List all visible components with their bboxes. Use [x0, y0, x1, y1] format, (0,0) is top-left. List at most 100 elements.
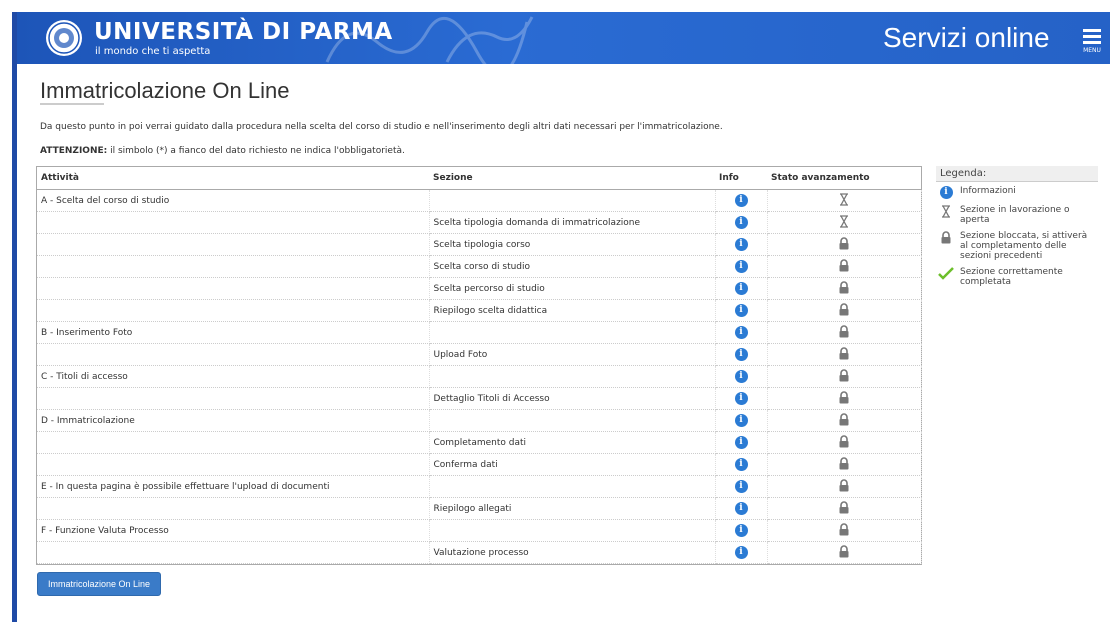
info-cell: i: [715, 497, 768, 520]
legend-item: i Informazioni: [938, 186, 1098, 199]
info-icon[interactable]: i: [734, 238, 748, 251]
table-row: Riepilogo scelta didattica i: [37, 299, 922, 322]
lock-icon: [838, 236, 850, 253]
progress-table: Attività Sezione Info Stato avanzamento …: [36, 166, 922, 565]
info-icon[interactable]: i: [734, 216, 748, 229]
lock-icon: [838, 302, 850, 319]
activity-cell: [37, 497, 430, 520]
enrollment-button[interactable]: Immatricolazione On Line: [37, 572, 161, 596]
table-row: Completamento dati i: [37, 431, 922, 454]
info-icon[interactable]: i: [734, 458, 748, 471]
legend: Legenda: i Informazioni Sezione in lavor…: [936, 166, 1098, 293]
title-underline: [40, 103, 104, 105]
info-cell: i: [715, 431, 768, 454]
info-cell: i: [715, 365, 768, 388]
info-icon[interactable]: i: [734, 326, 748, 339]
info-icon[interactable]: i: [734, 546, 748, 559]
section-cell: Valutazione processo: [429, 541, 716, 564]
lock-icon: [838, 522, 850, 539]
university-tagline: il mondo che ti aspetta: [95, 46, 211, 57]
lock-icon: [838, 346, 850, 363]
table-row: F - Funzione Valuta Processo i: [37, 519, 922, 542]
info-icon[interactable]: i: [734, 282, 748, 295]
warning-text: ATTENZIONE: il simbolo (*) a fianco del …: [40, 146, 405, 156]
page-title: Immatricolazione On Line: [40, 78, 290, 103]
status-cell: [767, 299, 922, 322]
university-name[interactable]: UNIVERSITÀ DI PARMA: [94, 19, 393, 45]
status-cell: [767, 497, 922, 520]
lock-icon: [838, 434, 850, 451]
activity-cell: B - Inserimento Foto: [37, 321, 430, 344]
legend-label: Informazioni: [960, 186, 1016, 196]
menu-label: MENU: [1083, 47, 1101, 54]
info-icon[interactable]: i: [734, 194, 748, 207]
menu-button[interactable]: MENU: [1080, 26, 1104, 58]
info-icon[interactable]: i: [734, 370, 748, 383]
activity-cell: [37, 233, 430, 256]
info-icon[interactable]: i: [734, 392, 748, 405]
hourglass-icon: [938, 205, 954, 221]
info-icon[interactable]: i: [734, 304, 748, 317]
legend-label: Sezione correttamente completata: [960, 267, 1063, 287]
section-cell: Scelta corso di studio: [429, 255, 716, 278]
services-title: Servizi online: [883, 22, 1050, 53]
university-seal-icon[interactable]: [45, 19, 83, 57]
section-cell: Completamento dati: [429, 431, 716, 454]
activity-cell: C - Titoli di accesso: [37, 365, 430, 388]
legend-item: Sezione bloccata, si attiverà al complet…: [938, 231, 1098, 261]
section-cell: Scelta percorso di studio: [429, 277, 716, 300]
legend-item: Sezione correttamente completata: [938, 267, 1098, 287]
lock-icon: [838, 412, 850, 429]
activity-cell: [37, 387, 430, 410]
info-icon[interactable]: i: [734, 524, 748, 537]
legend-title: Legenda:: [936, 166, 1098, 182]
section-cell: [429, 189, 716, 212]
info-icon[interactable]: i: [734, 502, 748, 515]
intro-text: Da questo punto in poi verrai guidato da…: [40, 122, 723, 132]
table-row: B - Inserimento Foto i: [37, 321, 922, 344]
info-cell: i: [715, 299, 768, 322]
header-activity: Attività: [37, 167, 429, 190]
status-cell: [767, 255, 922, 278]
table-row: C - Titoli di accesso i: [37, 365, 922, 388]
info-icon[interactable]: i: [734, 348, 748, 361]
info-icon[interactable]: i: [734, 260, 748, 273]
warning-label: ATTENZIONE:: [40, 146, 108, 156]
info-icon[interactable]: i: [734, 414, 748, 427]
left-accent-bar: [12, 12, 17, 622]
table-row: Scelta tipologia domanda di immatricolaz…: [37, 211, 922, 234]
status-cell: [767, 277, 922, 300]
table-row: Scelta corso di studio i: [37, 255, 922, 278]
info-cell: i: [715, 233, 768, 256]
section-cell: Dettaglio Titoli di Accesso: [429, 387, 716, 410]
status-cell: [767, 453, 922, 476]
header-section: Sezione: [429, 167, 715, 190]
info-cell: i: [715, 211, 768, 234]
lock-icon: [838, 368, 850, 385]
status-cell: [767, 541, 922, 564]
info-cell: i: [715, 277, 768, 300]
status-cell: [767, 409, 922, 432]
activity-cell: [37, 431, 430, 454]
section-cell: [429, 409, 716, 432]
lock-icon: [838, 390, 850, 407]
table-row: Valutazione processo i: [37, 541, 922, 564]
status-cell: [767, 321, 922, 344]
lock-icon: [838, 258, 850, 275]
info-icon[interactable]: i: [734, 436, 748, 449]
info-icon[interactable]: i: [734, 480, 748, 493]
lock-icon: [838, 456, 850, 473]
legend-label: Sezione in lavorazione o aperta: [960, 205, 1070, 225]
info-cell: i: [715, 409, 768, 432]
table-row: Conferma dati i: [37, 453, 922, 476]
activity-cell: F - Funzione Valuta Processo: [37, 519, 430, 542]
table-header-row: Attività Sezione Info Stato avanzamento: [37, 167, 921, 190]
section-cell: [429, 365, 716, 388]
site-header: UNIVERSITÀ DI PARMA il mondo che ti aspe…: [17, 12, 1110, 64]
section-cell: [429, 475, 716, 498]
info-cell: i: [715, 189, 768, 212]
activity-cell: [37, 299, 430, 322]
status-cell: [767, 475, 922, 498]
status-cell: [767, 365, 922, 388]
status-cell: [767, 431, 922, 454]
